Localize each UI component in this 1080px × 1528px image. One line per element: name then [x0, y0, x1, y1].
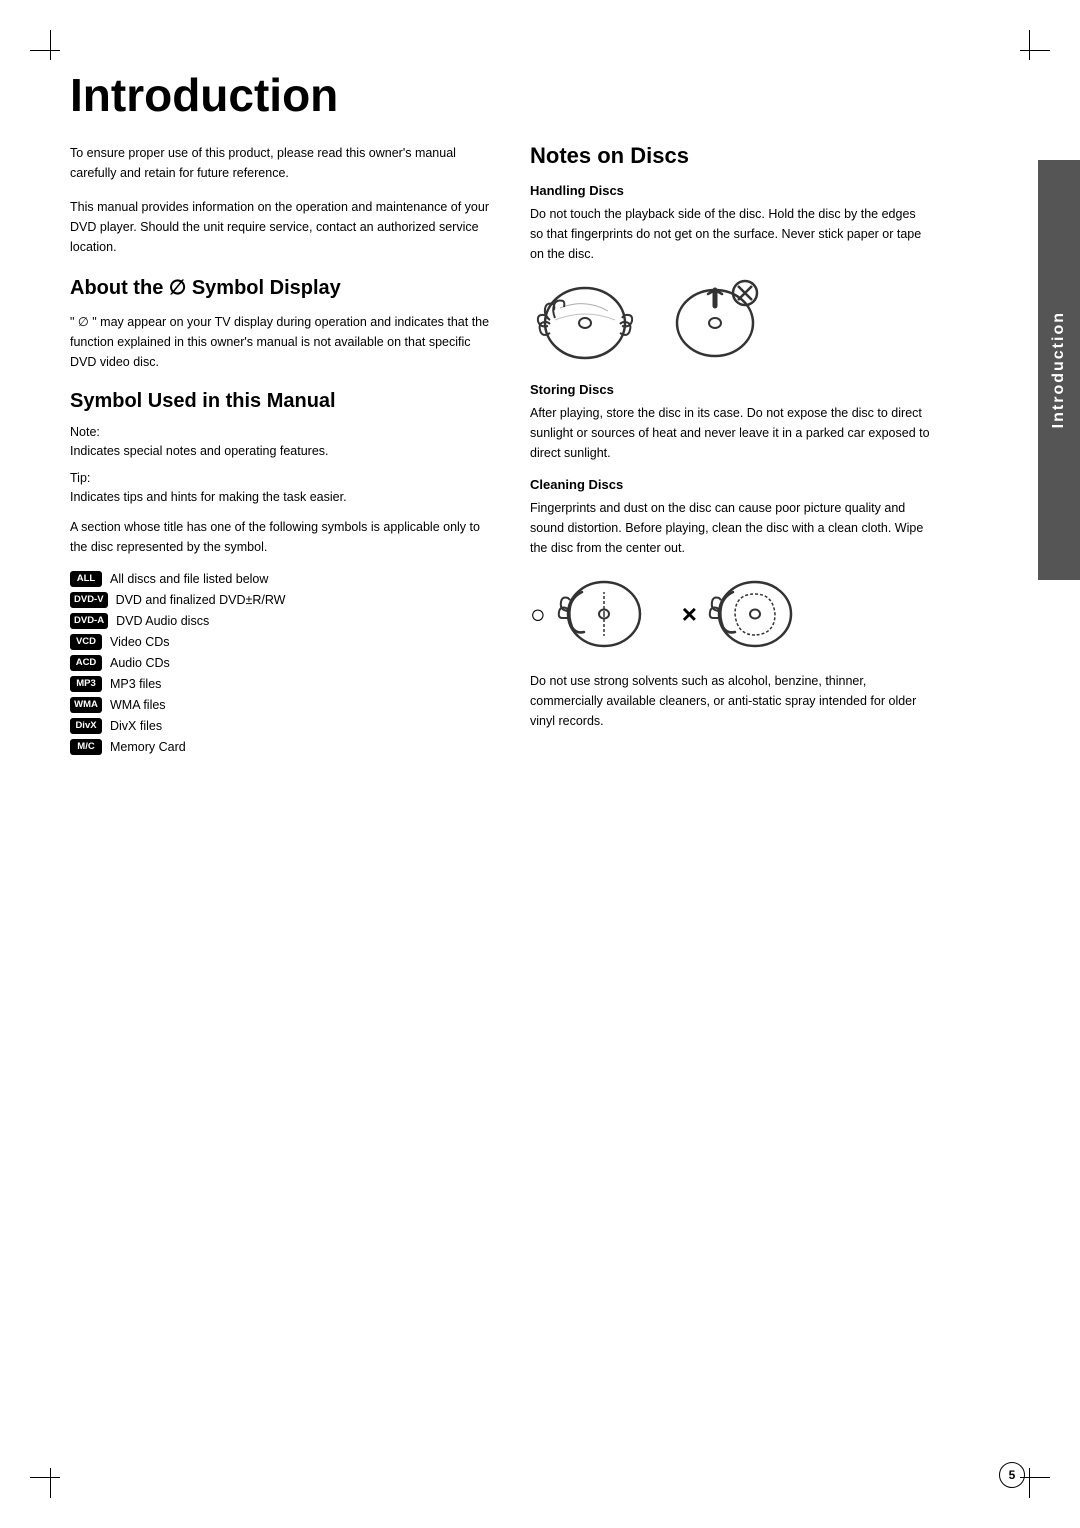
cleaning-text: Fingerprints and dust on the disc can ca…	[530, 498, 930, 558]
list-item: ALL All discs and file listed below	[70, 571, 490, 587]
content-area: To ensure proper use of this product, pl…	[70, 143, 1020, 760]
corner-mark-tr-h	[1020, 50, 1050, 51]
intro-para2: This manual provides information on the …	[70, 197, 490, 257]
page-number: 5	[999, 1462, 1025, 1488]
circle-symbol: ○	[530, 599, 546, 630]
badge-dvda-label: DVD Audio discs	[116, 614, 209, 628]
badge-dvdv-label: DVD and finalized DVD±R/RW	[116, 593, 286, 607]
badge-dvda: DVD-A	[70, 613, 108, 629]
badge-all-label: All discs and file listed below	[110, 572, 268, 586]
badge-vcd: VCD	[70, 634, 102, 650]
solvents-text: Do not use strong solvents such as alcoh…	[530, 671, 930, 731]
badge-wma: WMA	[70, 697, 102, 713]
symbol-section-title: Symbol Used in this Manual	[70, 390, 490, 413]
badge-acd: ACD	[70, 655, 102, 671]
disc-bad-icon	[660, 278, 770, 368]
handling-title: Handling Discs	[530, 183, 930, 198]
cleaning-title: Cleaning Discs	[530, 477, 930, 492]
list-item: DVD-V DVD and finalized DVD±R/RW	[70, 592, 490, 608]
corner-mark-br-v	[1029, 1468, 1030, 1498]
right-column: Notes on Discs Handling Discs Do not tou…	[530, 143, 930, 760]
cleaning-bad-icon	[703, 572, 803, 657]
about-section-text: " ∅ " may appear on your TV display duri…	[70, 312, 490, 372]
cleaning-good-icon	[552, 572, 652, 657]
corner-mark-bl-v	[50, 1468, 51, 1498]
left-column: To ensure proper use of this product, pl…	[70, 143, 490, 760]
page-container: Introduction 5 Introduction To ensure pr…	[0, 0, 1080, 1528]
page-title: Introduction	[70, 70, 1020, 121]
badge-vcd-label: Video CDs	[110, 635, 170, 649]
handling-text: Do not touch the playback side of the di…	[530, 204, 930, 264]
corner-mark-tl-v	[50, 30, 51, 60]
applicable-text: A section whose title has one of the fol…	[70, 517, 490, 557]
disc-good-icon	[530, 278, 640, 368]
list-item: WMA WMA files	[70, 697, 490, 713]
badge-mp3: MP3	[70, 676, 102, 692]
corner-mark-tr-v	[1029, 30, 1030, 60]
badge-all: ALL	[70, 571, 102, 587]
badge-mp3-label: MP3 files	[110, 677, 161, 691]
symbol-list: ALL All discs and file listed below DVD-…	[70, 571, 490, 755]
handling-images	[530, 278, 930, 368]
cleaning-bad: ×	[682, 572, 803, 657]
badge-wma-label: WMA files	[110, 698, 166, 712]
badge-acd-label: Audio CDs	[110, 656, 170, 670]
list-item: VCD Video CDs	[70, 634, 490, 650]
corner-mark-bl-h	[30, 1477, 60, 1478]
list-item: MP3 MP3 files	[70, 676, 490, 692]
intro-para1: To ensure proper use of this product, pl…	[70, 143, 490, 183]
about-section-title: About the ∅ Symbol Display	[70, 275, 490, 300]
badge-dvdv: DVD-V	[70, 592, 108, 608]
sidebar-tab-label: Introduction	[1050, 311, 1068, 428]
list-item: DVD-A DVD Audio discs	[70, 613, 490, 629]
x-symbol: ×	[682, 599, 697, 630]
note-label: Note:	[70, 425, 490, 439]
note-text: Indicates special notes and operating fe…	[70, 441, 490, 461]
badge-mc-label: Memory Card	[110, 740, 186, 754]
corner-mark-tl-h	[30, 50, 60, 51]
cleaning-good: ○	[530, 572, 652, 657]
badge-divx: DivX	[70, 718, 102, 734]
tip-text: Indicates tips and hints for making the …	[70, 487, 490, 507]
list-item: ACD Audio CDs	[70, 655, 490, 671]
storing-text: After playing, store the disc in its cas…	[530, 403, 930, 463]
sidebar-tab: Introduction	[1038, 160, 1080, 580]
badge-divx-label: DivX files	[110, 719, 162, 733]
list-item: DivX DivX files	[70, 718, 490, 734]
list-item: M/C Memory Card	[70, 739, 490, 755]
tip-label: Tip:	[70, 471, 490, 485]
badge-mc: M/C	[70, 739, 102, 755]
cleaning-images: ○ ×	[530, 572, 930, 657]
storing-title: Storing Discs	[530, 382, 930, 397]
notes-on-discs-title: Notes on Discs	[530, 143, 930, 169]
